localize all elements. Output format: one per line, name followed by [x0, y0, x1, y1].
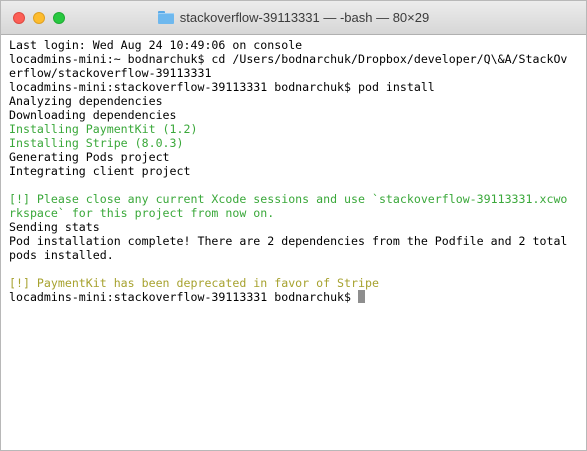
- terminal-line-text: Last login: Wed Aug 24 10:49:06 on conso…: [9, 38, 303, 52]
- terminal-line-text: erflow/stackoverflow-39113331: [9, 66, 212, 80]
- terminal-line-text: Installing PaymentKit (1.2): [9, 122, 198, 136]
- terminal-line-text: locadmins-mini:stackoverflow-39113331 bo…: [9, 80, 435, 94]
- terminal-line-text: Analyzing dependencies: [9, 94, 163, 108]
- terminal-line-text: Pod installation complete! There are 2 d…: [9, 234, 568, 248]
- terminal-line-text: locadmins-mini:~ bodnarchuk$ cd /Users/b…: [9, 52, 568, 66]
- terminal-line: Pod installation complete! There are 2 d…: [9, 234, 579, 248]
- terminal-line: locadmins-mini:stackoverflow-39113331 bo…: [9, 290, 579, 304]
- terminal-line: Analyzing dependencies: [9, 94, 579, 108]
- terminal-line: Sending stats: [9, 220, 579, 234]
- terminal-line: Last login: Wed Aug 24 10:49:06 on conso…: [9, 38, 579, 52]
- terminal-line-text: [!] PaymentKit has been deprecated in fa…: [9, 276, 379, 290]
- terminal-line: locadmins-mini:stackoverflow-39113331 bo…: [9, 80, 579, 94]
- terminal-line-text: [!] Please close any current Xcode sessi…: [9, 192, 568, 206]
- terminal-line-text: pods installed.: [9, 248, 114, 262]
- terminal-line-text: Downloading dependencies: [9, 108, 177, 122]
- terminal-line: pods installed.: [9, 248, 579, 262]
- terminal-output[interactable]: Last login: Wed Aug 24 10:49:06 on conso…: [9, 38, 579, 304]
- terminal-line-text: Sending stats: [9, 220, 100, 234]
- terminal-line: [!] PaymentKit has been deprecated in fa…: [9, 276, 579, 290]
- terminal-line: [!] Please close any current Xcode sessi…: [9, 192, 579, 206]
- terminal-line: Integrating client project: [9, 164, 579, 178]
- terminal-line: Generating Pods project: [9, 150, 579, 164]
- terminal-line: Installing PaymentKit (1.2): [9, 122, 579, 136]
- folder-icon: [157, 11, 174, 24]
- terminal-line-text: Generating Pods project: [9, 150, 170, 164]
- window-title: stackoverflow-39113331 — -bash — 80×29: [179, 10, 430, 25]
- title-bar[interactable]: stackoverflow-39113331 — -bash — 80×29: [1, 1, 586, 35]
- terminal-line-text: locadmins-mini:stackoverflow-39113331 bo…: [9, 290, 359, 304]
- terminal-line: locadmins-mini:~ bodnarchuk$ cd /Users/b…: [9, 52, 579, 66]
- terminal-line: Downloading dependencies: [9, 108, 579, 122]
- terminal-line-text: Integrating client project: [9, 164, 191, 178]
- terminal-window: stackoverflow-39113331 — -bash — 80×29 L…: [0, 0, 587, 451]
- terminal-line: Installing Stripe (8.0.3): [9, 136, 579, 150]
- terminal-line: erflow/stackoverflow-39113331: [9, 66, 579, 80]
- terminal-line-text: Installing Stripe (8.0.3): [9, 136, 184, 150]
- window-title-group: stackoverflow-39113331 — -bash — 80×29: [1, 1, 586, 34]
- text-cursor: [358, 290, 366, 303]
- terminal-line-text: rkspace` for this project from now on.: [9, 206, 275, 220]
- terminal-line: rkspace` for this project from now on.: [9, 206, 579, 220]
